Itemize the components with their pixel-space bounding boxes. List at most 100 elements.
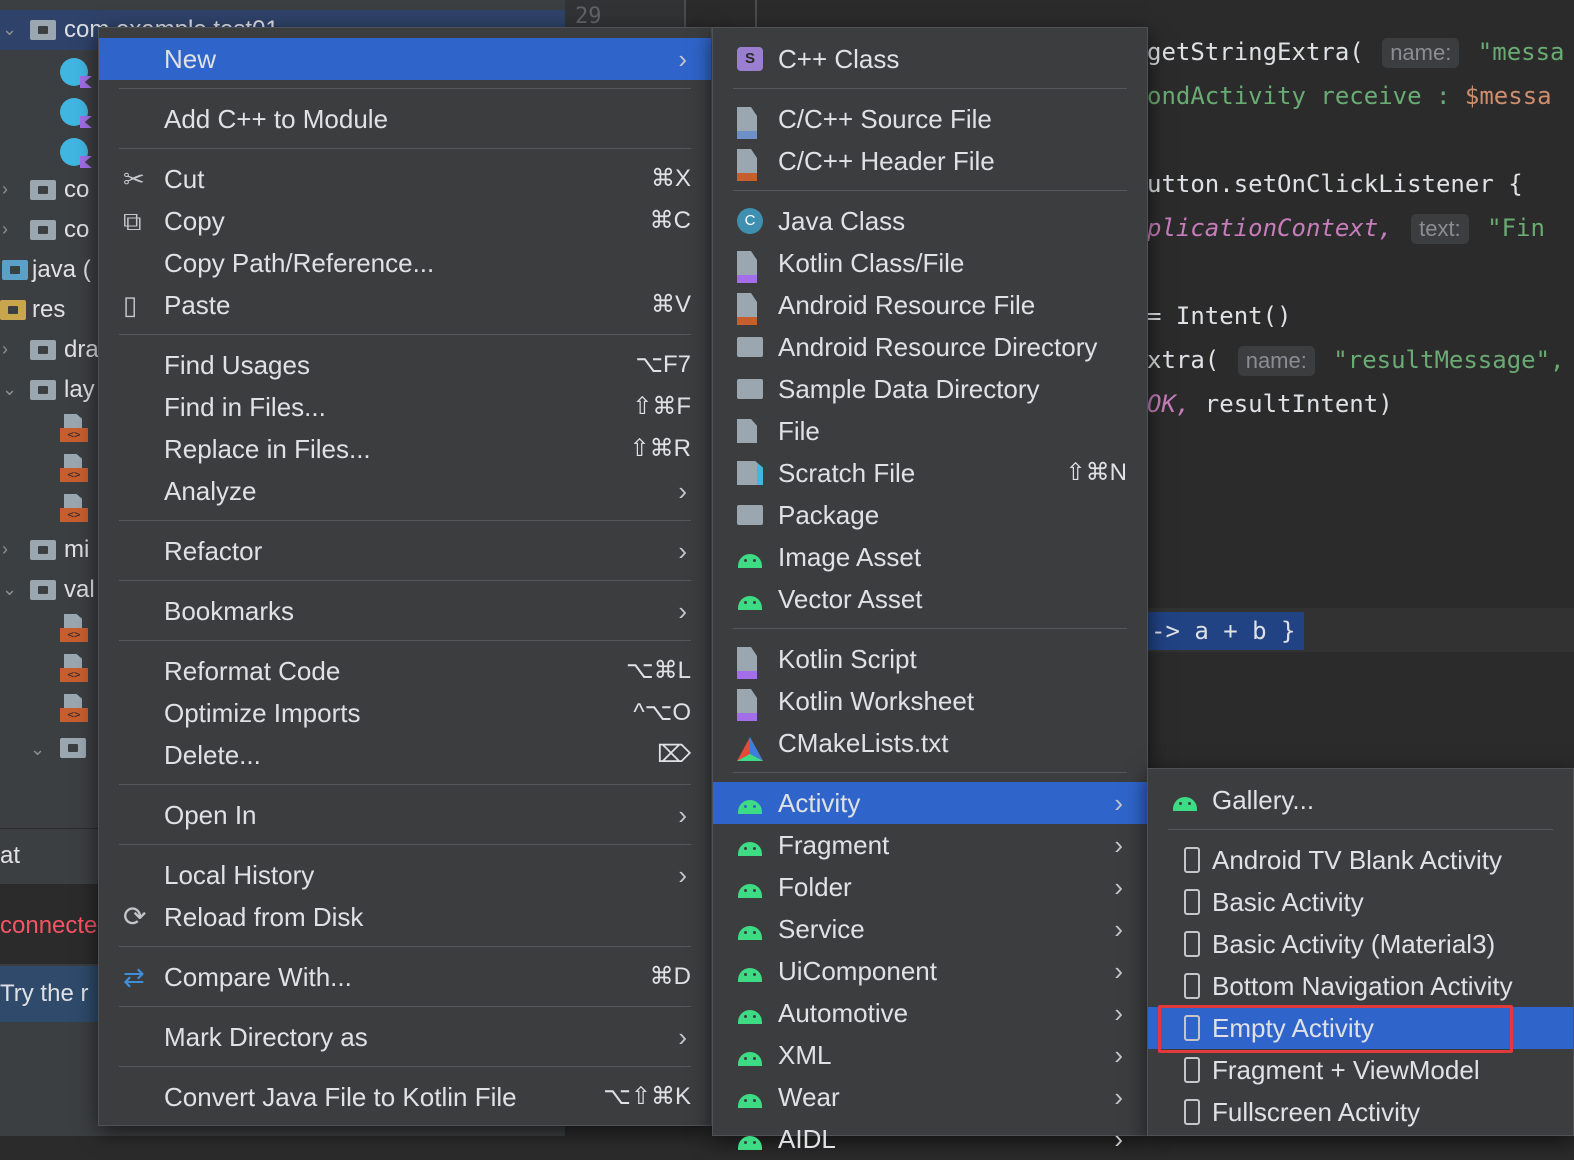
chevron-right-icon[interactable]: › bbox=[2, 220, 16, 238]
menu-item-label: Service bbox=[778, 914, 865, 944]
code-line[interactable]: = Intent() bbox=[1147, 302, 1292, 330]
chevron-right-icon: › bbox=[678, 536, 687, 566]
menu-item-folder[interactable]: Folder › bbox=[713, 866, 1147, 908]
android-icon bbox=[737, 836, 763, 860]
menu-item-aidl[interactable]: AIDL › bbox=[713, 1118, 1147, 1160]
android-icon bbox=[737, 794, 763, 818]
menu-item-find-in-files[interactable]: Find in Files... ⇧⌘F bbox=[99, 386, 711, 428]
menu-item-kotlin-class-file[interactable]: Kotlin Class/File bbox=[713, 242, 1147, 284]
menu-item-xml[interactable]: XML › bbox=[713, 1034, 1147, 1076]
menu-item-label: Copy Path/Reference... bbox=[164, 248, 435, 278]
menu-item-file[interactable]: File bbox=[713, 410, 1147, 452]
line-number: 29 bbox=[575, 4, 602, 29]
menu-item-uicomponent[interactable]: UiComponent › bbox=[713, 950, 1147, 992]
menu-item-android-resource-file[interactable]: Android Resource File bbox=[713, 284, 1147, 326]
menu-item-java-class[interactable]: C Java Class bbox=[713, 200, 1147, 242]
menu-item-analyze[interactable]: Analyze › bbox=[99, 470, 711, 512]
menu-separator bbox=[119, 1066, 691, 1067]
tree-item[interactable]: co bbox=[64, 170, 89, 210]
menu-item-optimize-imports[interactable]: Optimize Imports ^⌥O bbox=[99, 692, 711, 734]
chevron-down-icon[interactable]: ⌄ bbox=[2, 20, 17, 38]
menu-item-fragment-viewmodel[interactable]: Fragment + ViewModel bbox=[1148, 1049, 1573, 1091]
menu-item-vector-asset[interactable]: Vector Asset bbox=[713, 578, 1147, 620]
chevron-right-icon[interactable]: › bbox=[2, 340, 16, 358]
menu-item-android-resource-directory[interactable]: Android Resource Directory bbox=[713, 326, 1147, 368]
menu-item-basic-activity-material3[interactable]: Basic Activity (Material3) bbox=[1148, 923, 1573, 965]
menu-item-cpp-source-file[interactable]: C/C++ Source File bbox=[713, 98, 1147, 140]
menu-item-cpp-class[interactable]: S C++ Class bbox=[713, 38, 1147, 80]
code-line[interactable]: getStringExtra( name: "messa bbox=[1147, 38, 1565, 68]
menu-item-mark-directory-as[interactable]: Mark Directory as › bbox=[99, 1016, 711, 1058]
tree-item[interactable]: res bbox=[32, 290, 65, 330]
kotlin-file-icon[interactable] bbox=[60, 58, 88, 86]
tree-item[interactable]: co bbox=[64, 210, 89, 250]
menu-item-reformat-code[interactable]: Reformat Code ⌥⌘L bbox=[99, 650, 711, 692]
menu-item-refactor[interactable]: Refactor › bbox=[99, 530, 711, 572]
code-line[interactable]: plicationContext, text: "Fin bbox=[1147, 214, 1545, 244]
menu-item-find-usages[interactable]: Find Usages ⌥F7 bbox=[99, 344, 711, 386]
menu-item-image-asset[interactable]: Image Asset bbox=[713, 536, 1147, 578]
menu-item-basic-activity[interactable]: Basic Activity bbox=[1148, 881, 1573, 923]
chevron-down-icon[interactable]: ⌄ bbox=[2, 380, 17, 398]
tree-item[interactable]: dra bbox=[64, 330, 99, 370]
menu-item-bottom-navigation-activity[interactable]: Bottom Navigation Activity bbox=[1148, 965, 1573, 1007]
chevron-down-icon[interactable]: ⌄ bbox=[2, 580, 17, 598]
shortcut-hint: ⌥⇧⌘K bbox=[603, 1083, 691, 1110]
menu-separator bbox=[119, 148, 691, 149]
xml-file-icon[interactable]: <> bbox=[60, 414, 88, 444]
xml-file-icon[interactable]: <> bbox=[60, 454, 88, 484]
menu-item-kotlin-script[interactable]: Kotlin Script bbox=[713, 638, 1147, 680]
menu-item-paste[interactable]: ▯ Paste ⌘V bbox=[99, 284, 711, 326]
menu-item-cut[interactable]: ✂ Cut ⌘X bbox=[99, 158, 711, 200]
menu-item-activity[interactable]: Activity › bbox=[713, 782, 1147, 824]
menu-item-reload-from-disk[interactable]: ⟳ Reload from Disk bbox=[99, 896, 711, 938]
tree-item[interactable]: mi bbox=[64, 530, 89, 570]
menu-item-convert-java-to-kotlin[interactable]: Convert Java File to Kotlin File ⌥⇧⌘K bbox=[99, 1076, 711, 1118]
menu-item-package[interactable]: Package bbox=[713, 494, 1147, 536]
tree-item[interactable]: val bbox=[64, 570, 95, 610]
chevron-right-icon: › bbox=[1114, 1124, 1123, 1154]
menu-item-sample-data-directory[interactable]: Sample Data Directory bbox=[713, 368, 1147, 410]
chevron-right-icon[interactable]: › bbox=[2, 180, 16, 198]
xml-file-icon[interactable]: <> bbox=[60, 614, 88, 644]
kotlin-file-icon[interactable] bbox=[60, 138, 88, 166]
code-line[interactable]: OK, resultIntent) bbox=[1147, 390, 1393, 418]
menu-item-android-tv-blank-activity[interactable]: Android TV Blank Activity bbox=[1148, 839, 1573, 881]
menu-item-cpp-header-file[interactable]: C/C++ Header File bbox=[713, 140, 1147, 182]
xml-file-icon[interactable]: <> bbox=[60, 694, 88, 724]
code-line[interactable]: ondActivity receive : $messa bbox=[1147, 82, 1552, 110]
menu-item-compare-with[interactable]: ⇄ Compare With... ⌘D bbox=[99, 956, 711, 998]
xml-file-icon[interactable]: <> bbox=[60, 494, 88, 524]
menu-item-automotive[interactable]: Automotive › bbox=[713, 992, 1147, 1034]
kotlin-file-icon[interactable] bbox=[60, 98, 88, 126]
menu-item-fragment[interactable]: Fragment › bbox=[713, 824, 1147, 866]
menu-item-bookmarks[interactable]: Bookmarks › bbox=[99, 590, 711, 632]
package-icon bbox=[737, 505, 763, 525]
menu-item-scratch-file[interactable]: Scratch File ⇧⌘N bbox=[713, 452, 1147, 494]
code-editor[interactable]: getStringExtra( name: "messa ondActivity … bbox=[1147, 0, 1574, 770]
xml-file-icon[interactable]: <> bbox=[60, 654, 88, 684]
menu-item-fullscreen-activity[interactable]: Fullscreen Activity bbox=[1148, 1091, 1573, 1133]
menu-item-open-in[interactable]: Open In › bbox=[99, 794, 711, 836]
menu-item-add-cpp-to-module[interactable]: Add C++ to Module bbox=[99, 98, 711, 140]
code-line[interactable]: xtra( name: "resultMessage", bbox=[1147, 346, 1565, 376]
menu-item-delete[interactable]: Delete... ⌦ bbox=[99, 734, 711, 776]
menu-item-copy-path[interactable]: Copy Path/Reference... bbox=[99, 242, 711, 284]
menu-item-gallery[interactable]: Gallery... bbox=[1148, 779, 1573, 821]
menu-item-copy[interactable]: ⧉ Copy ⌘C bbox=[99, 200, 711, 242]
code-line[interactable]: utton.setOnClickListener { bbox=[1147, 170, 1523, 198]
menu-separator bbox=[733, 88, 1127, 89]
menu-item-replace-in-files[interactable]: Replace in Files... ⇧⌘R bbox=[99, 428, 711, 470]
menu-item-kotlin-worksheet[interactable]: Kotlin Worksheet bbox=[713, 680, 1147, 722]
menu-item-cmakelists[interactable]: CMakeLists.txt bbox=[713, 722, 1147, 764]
tree-item[interactable]: java ( bbox=[32, 250, 91, 290]
run-tab-label[interactable]: at bbox=[0, 836, 20, 876]
menu-item-new[interactable]: New › bbox=[99, 38, 711, 80]
chevron-down-icon[interactable]: ⌄ bbox=[30, 740, 45, 758]
chevron-right-icon[interactable]: › bbox=[2, 540, 16, 558]
menu-item-local-history[interactable]: Local History › bbox=[99, 854, 711, 896]
menu-item-wear[interactable]: Wear › bbox=[713, 1076, 1147, 1118]
tree-item[interactable]: lay bbox=[64, 370, 95, 410]
menu-item-label: Open In bbox=[164, 800, 257, 830]
menu-item-service[interactable]: Service › bbox=[713, 908, 1147, 950]
